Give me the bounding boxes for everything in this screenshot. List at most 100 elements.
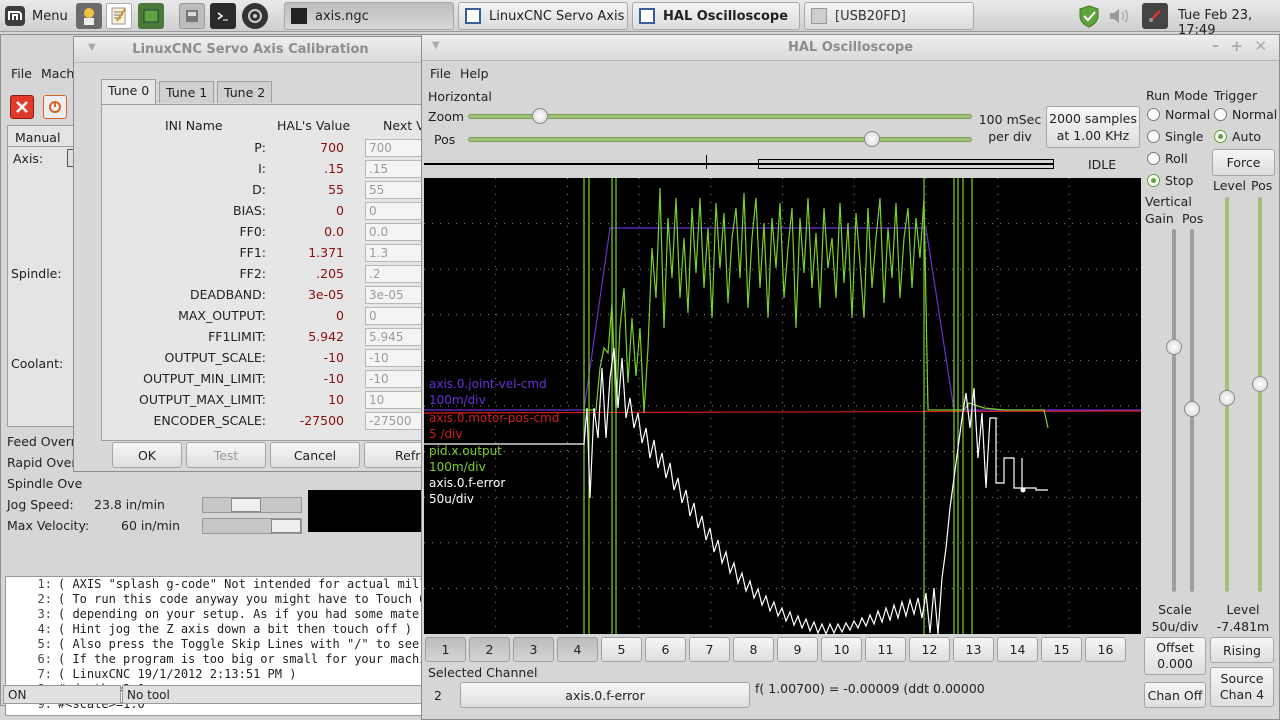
next-value-field[interactable]: .2 [365,265,429,283]
pos-slider-knob[interactable] [864,131,881,147]
samples-button[interactable]: 2000 samples at 1.00 KHz [1046,106,1140,148]
menu-machine[interactable]: Mach [41,66,74,81]
maximize-icon[interactable]: + [1230,37,1243,55]
channel-button-8[interactable]: 8 [733,637,774,662]
tab-tune-0[interactable]: Tune 0 [101,79,157,105]
close-icon[interactable]: ✕ [1254,37,1267,55]
trigger-level-slider-knob[interactable] [1219,390,1235,406]
selected-channel-button[interactable]: axis.0.f-error [460,682,750,708]
next-value-field[interactable]: 3e-05 [365,286,429,304]
minimize-icon[interactable]: – [1212,38,1219,54]
next-value-field[interactable]: -27500 [365,412,429,430]
gcode-line[interactable]: 3: ( depending on your setup. As if you h… [6,607,424,622]
next-value-field[interactable]: -10 [365,349,429,367]
machine-power-button[interactable] [43,95,67,119]
menu-file[interactable]: File [11,66,32,81]
text-editor-icon[interactable] [106,3,132,29]
trigger-auto-radio[interactable] [1214,130,1227,143]
scope-display[interactable]: axis.0.joint-vel-cmd 100m/div axis.0.mot… [424,178,1141,634]
next-value-field[interactable]: 0 [365,202,429,220]
gain-slider[interactable] [1166,229,1182,592]
estop-button[interactable] [10,95,34,119]
channel-button-14[interactable]: 14 [997,637,1038,662]
run-mode-roll-radio[interactable] [1147,152,1160,165]
zoom-slider[interactable] [468,108,972,124]
gcode-line[interactable]: 4: ( Hint jog the Z axis down a bit then … [6,622,424,637]
scope-menu-help[interactable]: Help [460,66,489,81]
channel-button-6[interactable]: 6 [645,637,686,662]
next-value-field[interactable]: .15 [365,160,429,178]
trigger-pos-slider[interactable] [1252,197,1268,592]
next-value-field[interactable]: 700 [365,139,429,157]
gcode-line[interactable]: 2: ( To run this code anyway you might ha… [6,592,424,607]
files-icon[interactable] [179,3,205,29]
chan-off-button[interactable]: Chan Off [1144,682,1206,708]
tab-manual-control[interactable]: Manual Co [7,125,79,160]
titlebar-menu-icon[interactable]: ▼ [88,42,96,53]
trigger-pos-slider-knob[interactable] [1252,376,1268,392]
next-value-field[interactable]: 0 [365,307,429,325]
vertical-pos-slider[interactable] [1184,229,1200,592]
channel-button-1[interactable]: 1 [425,637,466,662]
gcode-line[interactable]: 6: ( If the program is too big or small f… [6,652,424,667]
channel-button-10[interactable]: 10 [821,637,862,662]
channel-button-13[interactable]: 13 [953,637,994,662]
offset-button[interactable]: Offset 0.000 [1144,637,1206,675]
jog-speed-thumb[interactable] [231,498,261,512]
calibration-titlebar[interactable]: ▼ LinuxCNC Servo Axis Calibration [74,37,427,63]
scope-titlebar[interactable]: ▼ HAL Oscilloscope – + ✕ [422,35,1279,61]
trigger-level-slider[interactable] [1219,197,1235,592]
channel-button-15[interactable]: 15 [1041,637,1082,662]
force-button[interactable]: Force [1212,149,1275,176]
preview-area[interactable] [308,490,428,532]
rising-button[interactable]: Rising [1210,637,1274,663]
vertical-pos-slider-knob[interactable] [1184,401,1200,417]
max-velocity-slider[interactable] [202,518,302,534]
zoom-slider-knob[interactable] [532,108,549,124]
task-axis[interactable]: axis.ngc [284,2,454,30]
menu-button[interactable]: Menu [4,3,70,29]
jog-speed-slider[interactable] [202,497,302,513]
gain-slider-knob[interactable] [1166,339,1182,355]
channel-button-3[interactable]: 3 [513,637,554,662]
next-value-field[interactable]: 10 [365,391,429,409]
clock[interactable]: Tue Feb 23, 17:49 [1178,8,1280,38]
gcode-line[interactable]: 7: ( LinuxCNC 19/1/2012 2:13:51 PM ) [6,667,424,682]
task-usb[interactable]: [USB20FD] [804,2,974,30]
channel-button-7[interactable]: 7 [689,637,730,662]
terminal-icon[interactable] [210,3,236,29]
pos-slider[interactable] [468,131,972,147]
linuxcnc-launcher-icon[interactable] [76,3,102,29]
channel-button-12[interactable]: 12 [909,637,950,662]
run-mode-single-radio[interactable] [1147,130,1160,143]
scope-menu-file[interactable]: File [430,66,451,81]
cancel-button[interactable]: Cancel [270,442,360,468]
next-value-field[interactable]: 5.945 [365,328,429,346]
channel-button-11[interactable]: 11 [865,637,906,662]
update-shield-icon[interactable] [1076,3,1102,29]
network-off-icon[interactable] [1142,3,1168,29]
trigger-normal-radio[interactable] [1214,108,1227,121]
ok-button[interactable]: OK [112,442,182,468]
run-mode-normal-radio[interactable] [1147,108,1160,121]
titlebar-menu-icon[interactable]: ▼ [432,40,440,51]
source-button[interactable]: Source Chan 4 [1210,667,1274,707]
volume-icon[interactable] [1106,3,1132,29]
run-mode-stop-radio[interactable] [1147,174,1160,187]
max-velocity-thumb[interactable] [271,519,301,533]
next-value-field[interactable]: 1.3 [365,244,429,262]
gcode-line[interactable]: 5: ( Also press the Toggle Skip Lines wit… [6,637,424,652]
task-calibration[interactable]: LinuxCNC Servo Axis ... [458,2,628,30]
tab-tune-2[interactable]: Tune 2 [217,81,273,103]
channel-button-5[interactable]: 5 [601,637,642,662]
test-button[interactable]: Test [186,442,266,468]
channel-button-2[interactable]: 2 [469,637,510,662]
gcode-line[interactable]: 1: ( AXIS "splash g-code" Not intended fo… [6,577,424,592]
channel-button-4[interactable]: 4 [557,637,598,662]
next-value-field[interactable]: -10 [365,370,429,388]
channel-button-9[interactable]: 9 [777,637,818,662]
terminal-green-icon[interactable] [138,3,164,29]
task-scope[interactable]: HAL Oscilloscope [632,2,800,30]
media-icon[interactable] [242,3,268,29]
next-value-field[interactable]: 0.0 [365,223,429,241]
